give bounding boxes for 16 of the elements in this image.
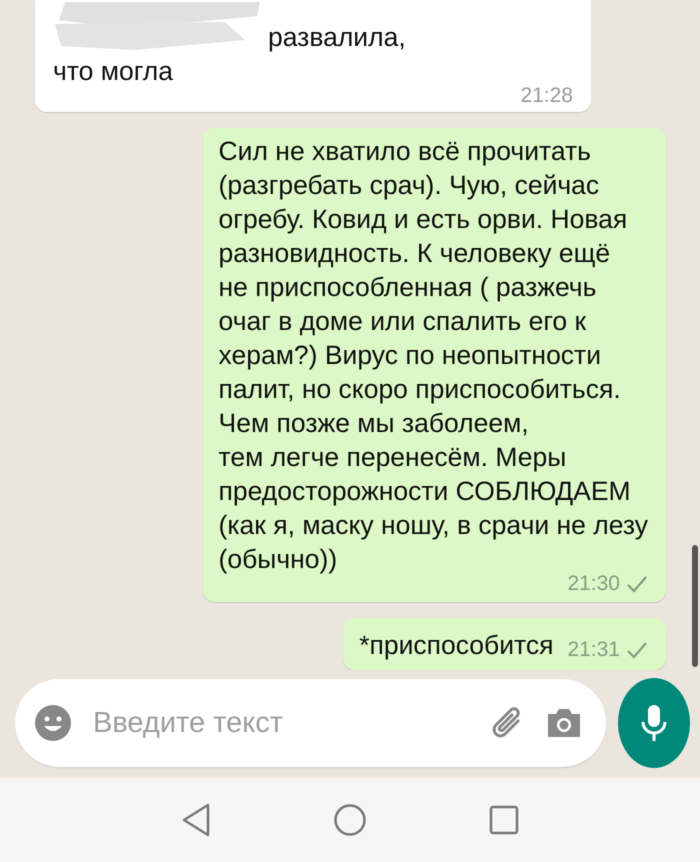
home-button[interactable] (333, 803, 367, 837)
message-time: 21:31 (567, 638, 620, 662)
message-text: Сил не хватило всё прочитать (разгребать срач). Чую, сейчас огребу. Ковид и есть орви. Новая разновидность. К человеку ещё не приспособленная ( разжечь очаг в доме или спалить его к херам?) Вирус по неопытности палит, но скоро приспособиться. Чем позже мы заболеем, тем легче перенесём. Меры предосторожности СОБЛЮДАЕМ (как я, маску ношу, в срачи не лезу (обычно)) (218, 135, 648, 575)
check-icon (626, 575, 648, 593)
message-text: *приспособится (359, 629, 554, 662)
back-button[interactable] (181, 803, 211, 837)
message-input[interactable]: Введите текст (91, 706, 472, 740)
check-icon (626, 641, 648, 659)
microphone-icon (641, 703, 667, 743)
message-time: 21:30 (567, 572, 620, 596)
message-input-field[interactable]: Введите текст (15, 679, 606, 767)
recents-button[interactable] (489, 805, 519, 835)
scrollbar[interactable] (692, 545, 698, 667)
emoji-icon[interactable] (33, 703, 73, 743)
message-text: развалила, что могла (53, 21, 407, 88)
message-time: 21:28 (520, 84, 573, 108)
